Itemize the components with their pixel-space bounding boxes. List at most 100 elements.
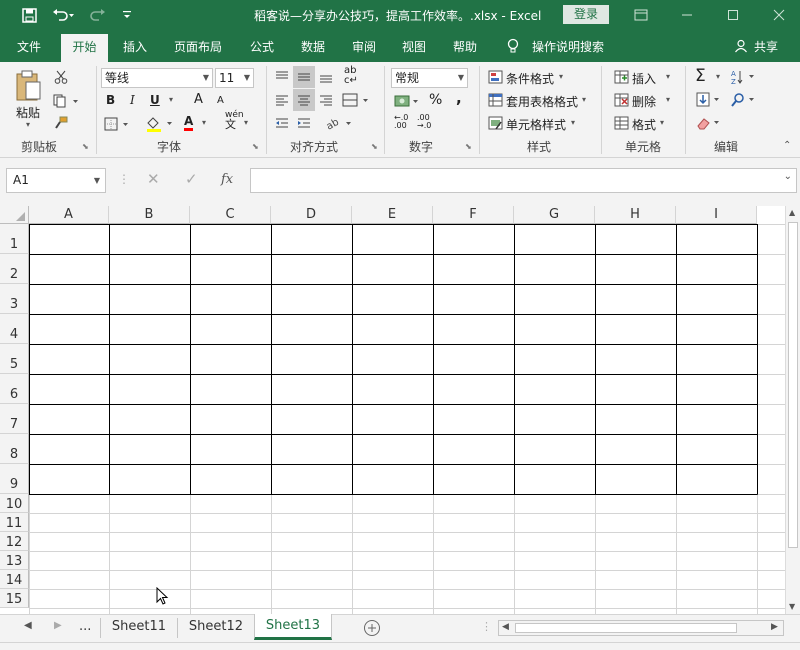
copy-icon[interactable] bbox=[52, 92, 80, 110]
phonetic-guide-button[interactable]: wén 文 bbox=[225, 110, 244, 131]
row-header-12[interactable]: 12 bbox=[0, 532, 29, 551]
minimize-icon[interactable] bbox=[664, 0, 710, 30]
row-header-14[interactable]: 14 bbox=[0, 570, 29, 589]
scroll-left-icon[interactable]: ◀ bbox=[502, 622, 509, 632]
number-format-select[interactable]: 常规 ▼ bbox=[391, 68, 468, 88]
clear-icon[interactable] bbox=[694, 114, 722, 132]
font-color-dropdown-icon[interactable]: ▾ bbox=[202, 118, 206, 127]
share-button[interactable]: 共享 bbox=[754, 38, 778, 55]
tab-formulas[interactable]: 公式 bbox=[250, 38, 274, 55]
column-header-c[interactable]: C bbox=[190, 206, 271, 224]
column-header-i[interactable]: I bbox=[676, 206, 757, 224]
delete-cells-icon[interactable] bbox=[613, 92, 629, 108]
column-header-h[interactable]: H bbox=[595, 206, 676, 224]
underline-button[interactable]: U bbox=[150, 93, 160, 107]
paste-icon[interactable] bbox=[14, 70, 44, 105]
clipboard-launcher-icon[interactable]: ⬊ bbox=[82, 142, 89, 151]
align-bottom-icon[interactable] bbox=[317, 68, 335, 86]
row-header-10[interactable]: 10 bbox=[0, 494, 29, 513]
insert-function-icon[interactable]: fx bbox=[221, 172, 233, 187]
sort-filter-icon[interactable]: AZ bbox=[729, 68, 757, 86]
login-button[interactable]: 登录 bbox=[563, 5, 609, 24]
sheet-tab-sheet11[interactable]: Sheet11 bbox=[103, 616, 175, 640]
row-header-6[interactable]: 6 bbox=[0, 374, 29, 404]
decrease-decimal-icon[interactable]: .00 →.0 bbox=[417, 114, 431, 130]
worksheet-grid[interactable] bbox=[0, 206, 800, 614]
paste-button[interactable]: 粘贴 bbox=[16, 104, 40, 121]
column-header-f[interactable]: F bbox=[433, 206, 514, 224]
chevron-down-icon[interactable]: ▾ bbox=[582, 95, 586, 104]
row-header-5[interactable]: 5 bbox=[0, 344, 29, 374]
align-center-icon[interactable] bbox=[293, 89, 315, 111]
cut-icon[interactable] bbox=[52, 68, 70, 86]
cancel-entry-icon[interactable]: ✕ bbox=[147, 170, 160, 188]
number-launcher-icon[interactable]: ⬊ bbox=[465, 142, 472, 151]
font-size-select[interactable]: 11 ▼ bbox=[215, 68, 254, 88]
new-sheet-icon[interactable] bbox=[363, 619, 381, 640]
column-header-g[interactable]: G bbox=[514, 206, 595, 224]
accounting-format-icon[interactable] bbox=[392, 91, 422, 111]
chevron-down-icon[interactable]: ▾ bbox=[666, 72, 670, 81]
cell-styles-icon[interactable] bbox=[487, 115, 503, 131]
delete-cells-button[interactable]: 删除 bbox=[632, 93, 656, 110]
scroll-down-icon[interactable]: ▼ bbox=[789, 602, 795, 611]
paste-dropdown-icon[interactable]: ▾ bbox=[26, 120, 30, 129]
confirm-entry-icon[interactable]: ✓ bbox=[185, 170, 198, 188]
wrap-text-icon[interactable]: ab c↵ bbox=[344, 66, 358, 86]
decrease-indent-icon[interactable] bbox=[273, 114, 291, 132]
tab-insert[interactable]: 插入 bbox=[123, 38, 147, 55]
align-right-icon[interactable] bbox=[317, 91, 335, 109]
customize-qat-icon[interactable] bbox=[120, 5, 134, 25]
autosum-icon[interactable]: Σ bbox=[695, 66, 706, 86]
formula-input[interactable]: ⌄ bbox=[250, 168, 797, 193]
percent-button[interactable]: % bbox=[429, 92, 442, 108]
row-header-2[interactable]: 2 bbox=[0, 254, 29, 284]
horizontal-scrollbar[interactable]: ◀ ▶ bbox=[498, 620, 784, 636]
column-header-d[interactable]: D bbox=[271, 206, 352, 224]
merge-center-icon[interactable] bbox=[341, 91, 371, 109]
scroll-sheets-right-icon[interactable]: ▶ bbox=[54, 620, 62, 631]
bold-button[interactable]: B bbox=[106, 93, 115, 107]
insert-cells-button[interactable]: 插入 bbox=[632, 70, 656, 87]
tab-review[interactable]: 审阅 bbox=[352, 38, 376, 55]
share-user-icon[interactable] bbox=[734, 39, 748, 56]
vertical-scrollbar[interactable]: ▲ ▼ bbox=[785, 206, 800, 614]
format-as-table-icon[interactable] bbox=[487, 92, 503, 108]
insert-cells-icon[interactable] bbox=[613, 69, 629, 85]
name-box[interactable]: A1 ▼ bbox=[6, 168, 106, 193]
align-left-icon[interactable] bbox=[273, 91, 291, 109]
font-color-button[interactable]: A bbox=[184, 114, 194, 131]
tab-splitter-icon[interactable]: ⋮ bbox=[481, 620, 492, 633]
row-header-1[interactable]: 1 bbox=[0, 224, 29, 254]
format-painter-icon[interactable] bbox=[52, 114, 70, 132]
format-as-table-button[interactable]: 套用表格格式 bbox=[506, 93, 578, 110]
comma-button[interactable]: , bbox=[456, 89, 462, 107]
column-header-b[interactable]: B bbox=[109, 206, 190, 224]
increase-indent-icon[interactable] bbox=[295, 114, 313, 132]
chevron-down-icon[interactable]: ▾ bbox=[660, 118, 664, 127]
chevron-down-icon[interactable]: ▾ bbox=[571, 118, 575, 127]
cell-styles-button[interactable]: 单元格样式 bbox=[506, 116, 566, 133]
align-top-icon[interactable] bbox=[273, 68, 291, 86]
underline-dropdown-icon[interactable]: ▾ bbox=[169, 95, 173, 104]
tab-file[interactable]: 文件 bbox=[17, 38, 41, 55]
tell-me-search[interactable]: 操作说明搜索 bbox=[532, 38, 604, 55]
scroll-up-icon[interactable]: ▲ bbox=[789, 208, 795, 217]
font-name-select[interactable]: 等线 ▼ bbox=[101, 68, 213, 88]
vertical-scroll-thumb[interactable] bbox=[788, 222, 798, 548]
row-header-11[interactable]: 11 bbox=[0, 513, 29, 532]
chevron-down-icon[interactable]: ▾ bbox=[559, 72, 563, 81]
conditional-formatting-button[interactable]: 条件格式 bbox=[506, 70, 554, 87]
tab-page-layout[interactable]: 页面布局 bbox=[174, 38, 222, 55]
row-header-7[interactable]: 7 bbox=[0, 404, 29, 434]
chevron-down-icon[interactable]: ▾ bbox=[716, 72, 720, 81]
format-cells-icon[interactable] bbox=[613, 115, 629, 131]
orientation-icon[interactable]: ab bbox=[324, 114, 354, 132]
column-header-a[interactable]: A bbox=[29, 206, 109, 224]
align-middle-icon[interactable] bbox=[293, 66, 315, 88]
increase-decimal-icon[interactable]: ←.0.00 bbox=[394, 114, 408, 130]
chevron-down-icon[interactable]: ▾ bbox=[666, 95, 670, 104]
find-select-icon[interactable] bbox=[729, 91, 757, 109]
row-header-8[interactable]: 8 bbox=[0, 434, 29, 464]
phonetic-dropdown-icon[interactable]: ▾ bbox=[244, 118, 248, 127]
